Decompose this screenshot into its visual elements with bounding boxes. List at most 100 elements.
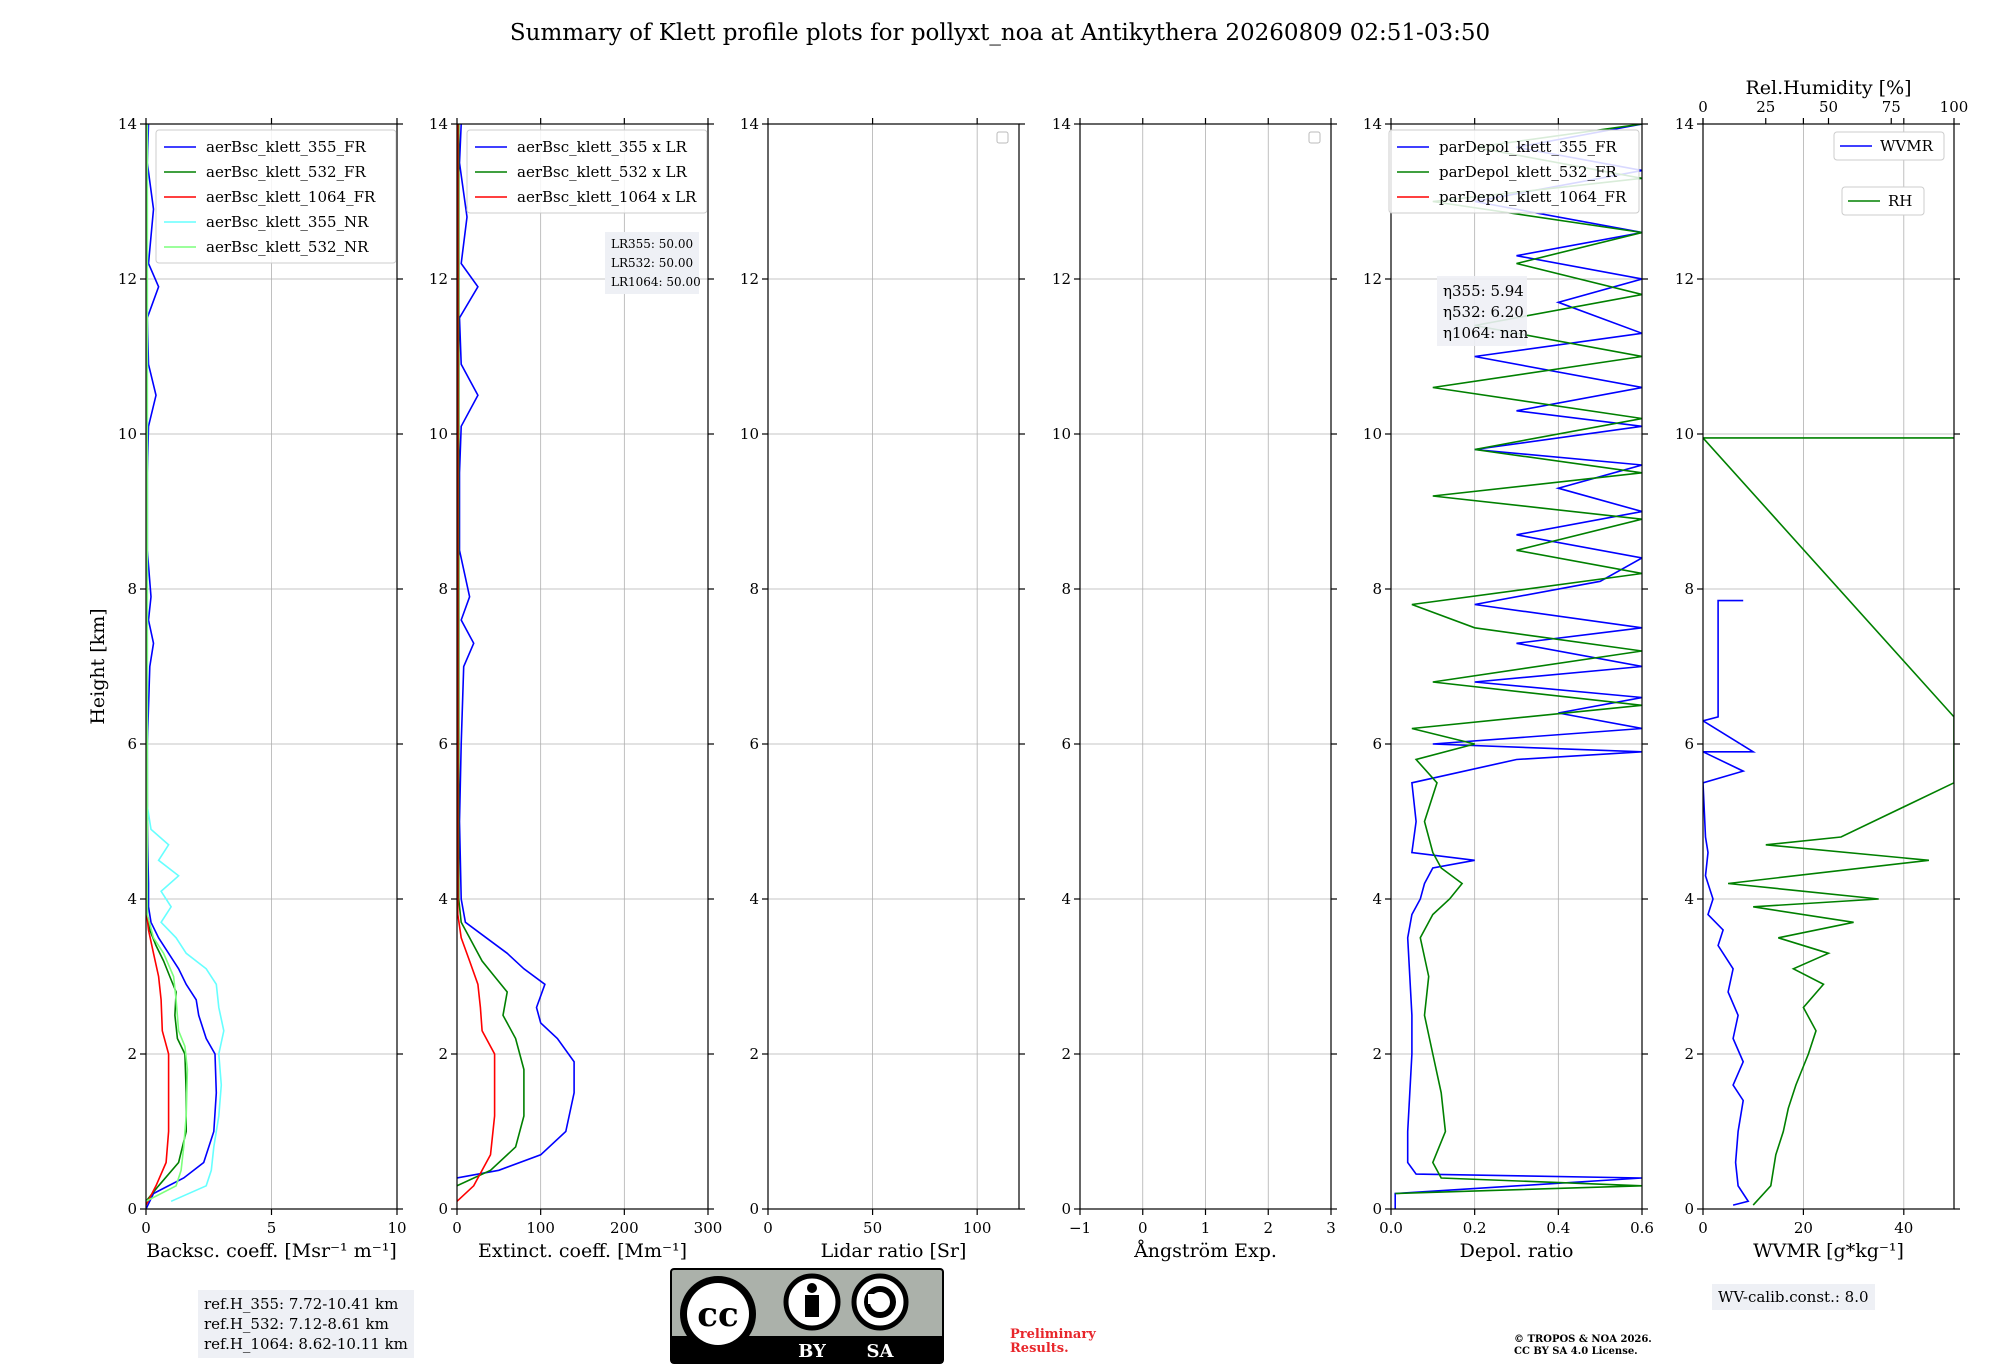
depol-ytick-label-5: 10 xyxy=(1363,425,1382,443)
wv-series-1 xyxy=(1703,437,1954,1206)
ext-xtick-label-2: 200 xyxy=(610,1219,639,1237)
wv-frame xyxy=(1702,123,1955,1210)
ang-ytick-label-7: 14 xyxy=(1052,115,1071,133)
ang-ytick-label-2: 4 xyxy=(1061,890,1071,908)
ref-height-355: ref.H_355: 7.72-10.41 km xyxy=(204,1295,399,1313)
ext-ytick-label-5: 10 xyxy=(429,425,448,443)
wv-ytick-label-1: 2 xyxy=(1684,1045,1694,1063)
bsc-ytick-label-5: 10 xyxy=(118,425,137,443)
ref-height-1064: ref.H_1064: 8.62-10.11 km xyxy=(204,1335,408,1353)
wv-ytick-label-4: 8 xyxy=(1684,580,1694,598)
ang-ytick-label-4: 8 xyxy=(1061,580,1071,598)
depol-xtick-label-1: 0.2 xyxy=(1463,1219,1487,1237)
depol-ytick-label-6: 12 xyxy=(1363,270,1382,288)
ext-series-2 xyxy=(457,124,496,1202)
lr-frame xyxy=(767,123,1020,1210)
bsc-ylabel: Height [km] xyxy=(87,608,109,724)
depol-ytick-label-7: 14 xyxy=(1363,115,1382,133)
lr-ytick-label-5: 10 xyxy=(740,425,759,443)
ang-xtick-label-3: 2 xyxy=(1263,1219,1273,1237)
depol-annotation-1: η532: 6.20 xyxy=(1443,303,1524,321)
ext-legend-label-0: aerBsc_klett_355 x LR xyxy=(517,138,688,156)
wv-top-xlabel: Rel.Humidity [%] xyxy=(1745,77,1911,99)
depol-annotation-2: η1064: nan xyxy=(1443,324,1529,342)
ang-xtick-label-4: 3 xyxy=(1326,1219,1336,1237)
lr-xtick-label-0: 0 xyxy=(763,1219,773,1237)
depol-ytick-label-0: 0 xyxy=(1372,1200,1382,1218)
wv-xtick-label-0: 0 xyxy=(1698,1219,1708,1237)
copyright-line-2: CC BY SA 4.0 License. xyxy=(1514,1346,1638,1357)
cc-by-sa-logo: cc BY SA xyxy=(670,1268,944,1364)
wv-ytick-label-3: 6 xyxy=(1684,735,1694,753)
depol-xtick-label-3: 0.6 xyxy=(1630,1219,1654,1237)
depol-legend-label-1: parDepol_klett_532_FR xyxy=(1439,163,1617,181)
ext-xtick-label-3: 300 xyxy=(694,1219,723,1237)
ang-ytick-label-0: 0 xyxy=(1061,1200,1071,1218)
bsc-ytick-label-7: 14 xyxy=(118,115,137,133)
wv-ytick-label-6: 12 xyxy=(1675,270,1694,288)
ext-annotation-2: LR1064: 50.00 xyxy=(611,275,701,289)
ext-ytick-label-4: 8 xyxy=(438,580,448,598)
preliminary-note: Preliminary Results. xyxy=(1010,1328,1096,1356)
ext-legend-label-2: aerBsc_klett_1064 x LR xyxy=(517,188,697,206)
ext-ytick-label-3: 6 xyxy=(438,735,448,753)
ext-xlabel: Extinct. coeff. [Mm⁻¹] xyxy=(478,1240,687,1262)
wv-xlabel: WVMR [g*kg⁻¹] xyxy=(1753,1240,1904,1262)
ext-xtick-label-1: 100 xyxy=(526,1219,555,1237)
ang-xtick-label-0: −1 xyxy=(1069,1219,1091,1237)
bsc-legend-label-4: aerBsc_klett_532_NR xyxy=(206,238,369,256)
ang-ytick-label-1: 2 xyxy=(1061,1045,1071,1063)
lr-ytick-label-4: 8 xyxy=(749,580,759,598)
ext-annotation-1: LR532: 50.00 xyxy=(611,256,693,270)
bsc-ytick-label-6: 12 xyxy=(118,270,137,288)
lr-ytick-label-1: 2 xyxy=(749,1045,759,1063)
bsc-xtick-label-2: 10 xyxy=(387,1219,406,1237)
ext-ytick-label-2: 4 xyxy=(438,890,448,908)
ang-xlabel: Ångström Exp. xyxy=(1133,1240,1277,1262)
depol-annotation-0: η355: 5.94 xyxy=(1443,282,1524,300)
lr-empty-legend xyxy=(996,131,1009,144)
ext-ytick-label-1: 2 xyxy=(438,1045,448,1063)
depol-xtick-label-0: 0.0 xyxy=(1379,1219,1403,1237)
bsc-legend-label-1: aerBsc_klett_532_FR xyxy=(206,163,366,181)
lr-ytick-label-6: 12 xyxy=(740,270,759,288)
ang-xtick-label-1: 0 xyxy=(1138,1219,1148,1237)
bsc-legend-label-2: aerBsc_klett_1064_FR xyxy=(206,188,376,206)
wv-legend-label-1: RH xyxy=(1888,192,1912,210)
depol-legend-label-2: parDepol_klett_1064_FR xyxy=(1439,188,1627,206)
bsc-ytick-label-0: 0 xyxy=(127,1200,137,1218)
ang-ytick-label-5: 10 xyxy=(1052,425,1071,443)
wv-ytick-label-0: 0 xyxy=(1684,1200,1694,1218)
bsc-series-1 xyxy=(146,124,187,1202)
bsc-legend-label-3: aerBsc_klett_355_NR xyxy=(206,213,369,231)
wv-ytick-label-5: 10 xyxy=(1675,425,1694,443)
wv-xtick-label-2: 40 xyxy=(1894,1219,1913,1237)
wv-toptick-label-1: 25 xyxy=(1756,98,1775,116)
ext-series-0 xyxy=(457,124,575,1179)
ref-height-box: ref.H_355: 7.72-10.41 km ref.H_532: 7.12… xyxy=(198,1290,414,1358)
lr-xtick-label-2: 100 xyxy=(963,1219,992,1237)
wv-toptick-label-3: 75 xyxy=(1882,98,1901,116)
by-label: BY xyxy=(798,1341,827,1362)
depol-ytick-label-1: 2 xyxy=(1372,1045,1382,1063)
lr-ytick-label-3: 6 xyxy=(749,735,759,753)
wv-series-0 xyxy=(1703,599,1757,1206)
depol-legend-label-0: parDepol_klett_355_FR xyxy=(1439,138,1617,156)
wv-xtick-label-1: 20 xyxy=(1794,1219,1813,1237)
lr-ytick-label-7: 14 xyxy=(740,115,759,133)
ang-xtick-label-2: 1 xyxy=(1201,1219,1211,1237)
copyright-line-1: © TROPOS & NOA 2026. xyxy=(1514,1334,1652,1345)
ext-series-1 xyxy=(457,124,525,1187)
depol-ytick-label-2: 4 xyxy=(1372,890,1382,908)
ang-ytick-label-3: 6 xyxy=(1061,735,1071,753)
ang-ytick-label-6: 12 xyxy=(1052,270,1071,288)
depol-xtick-label-2: 0.4 xyxy=(1546,1219,1570,1237)
wv-ytick-label-2: 4 xyxy=(1684,890,1694,908)
wv-toptick-label-0: 0 xyxy=(1698,98,1708,116)
preliminary-line-1: Preliminary xyxy=(1010,1327,1096,1342)
wv-legend-label-0: WVMR xyxy=(1880,137,1934,155)
ext-xtick-label-0: 0 xyxy=(452,1219,462,1237)
lr-xtick-label-1: 50 xyxy=(863,1219,882,1237)
lr-ytick-label-0: 0 xyxy=(749,1200,759,1218)
lr-ytick-label-2: 4 xyxy=(749,890,759,908)
